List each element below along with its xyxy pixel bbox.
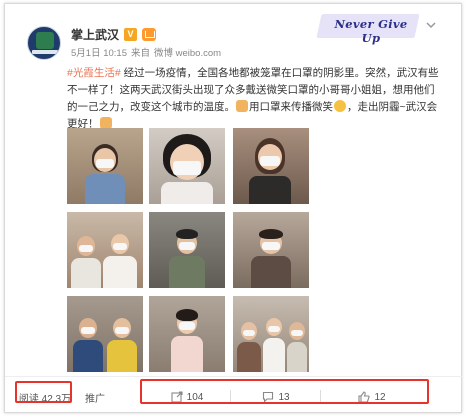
post-meta: 5月1日 10:15 来自 微博 weibo.com	[71, 45, 221, 59]
author-name[interactable]: 掌上武汉	[71, 26, 119, 43]
footer-separator	[230, 390, 231, 404]
like-count: 12	[374, 391, 386, 403]
post-photo[interactable]	[67, 212, 143, 288]
chevron-down-icon[interactable]	[423, 17, 439, 33]
repost-count: 104	[186, 391, 204, 403]
promote-label: 推广	[85, 393, 105, 405]
verified-badge: V	[124, 27, 138, 41]
repost-icon	[171, 391, 183, 403]
post-source: 微博 weibo.com	[154, 48, 222, 59]
source-prefix: 来自	[130, 48, 150, 59]
post-text: #光霞生活# 经过一场疫情，全国各地都被笼罩在口罩的阴影里。突然，武汉有些不一样…	[67, 65, 443, 133]
like-icon	[358, 391, 371, 403]
read-count-label: 阅读 42.3万	[18, 393, 72, 405]
weibo-post-card: 掌上武汉 V 5月1日 10:15 来自 微博 weibo.com Never …	[4, 3, 463, 413]
comment-icon	[262, 391, 274, 403]
post-photo[interactable]	[233, 296, 309, 372]
thumb-emoji-icon	[236, 100, 248, 112]
slogan-banner-text: Never Give Up	[334, 17, 408, 45]
post-photo[interactable]	[149, 212, 225, 288]
member-crown-icon	[142, 27, 157, 41]
post-text-part2: 用口罩来传播微笑	[249, 101, 333, 113]
post-photo[interactable]	[149, 296, 225, 372]
footer-separator	[320, 390, 321, 404]
hashtag-link[interactable]: #光霞生活#	[67, 67, 121, 79]
author-row: 掌上武汉 V	[71, 26, 157, 43]
post-photo[interactable]	[67, 296, 143, 372]
comment-button[interactable]: 13	[233, 382, 319, 412]
avatar[interactable]	[27, 26, 61, 60]
post-photo[interactable]	[233, 128, 309, 204]
post-photo[interactable]	[67, 128, 143, 204]
post-photo[interactable]	[233, 212, 309, 288]
like-button[interactable]: 12	[323, 382, 421, 412]
comment-count: 13	[278, 391, 290, 403]
smile-emoji-icon	[334, 100, 346, 112]
promote-button[interactable]: 推广	[77, 382, 113, 412]
footer-divider	[5, 376, 463, 377]
post-photo[interactable]	[149, 128, 225, 204]
repost-button[interactable]: 104	[145, 382, 229, 412]
read-count: 阅读 42.3万	[13, 382, 77, 412]
post-timestamp[interactable]: 5月1日 10:15	[71, 45, 127, 59]
